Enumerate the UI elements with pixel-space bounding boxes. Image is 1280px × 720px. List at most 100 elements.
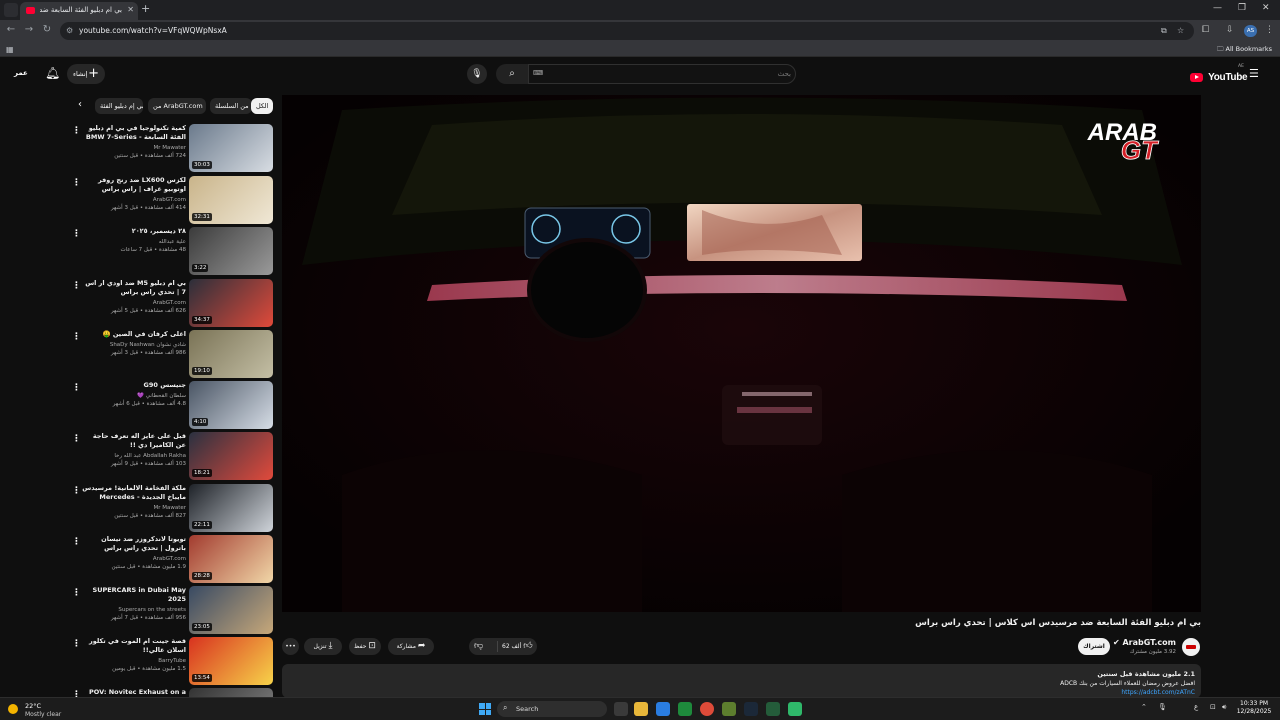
language-indicator-icon[interactable]: ع <box>1194 703 1198 711</box>
all-bookmarks-button[interactable]: 🗀 All Bookmarks <box>1217 45 1272 56</box>
chip-all[interactable]: الكل <box>251 98 273 114</box>
more-vertical-icon[interactable]: ⋮ <box>72 434 81 444</box>
more-vertical-icon[interactable]: ⋮ <box>72 588 81 598</box>
recommendation-thumbnail[interactable]: 13:54 <box>189 637 273 685</box>
more-vertical-icon[interactable]: ⋮ <box>72 178 81 188</box>
steam-app-icon[interactable] <box>744 702 758 716</box>
address-bar[interactable]: ⚙ youtube.com/watch?v=VFqWQWpNsxA ⧉ ☆ <box>60 22 1194 40</box>
site-info-icon[interactable]: ⚙ <box>66 26 73 35</box>
new-tab-plus-icon[interactable]: + <box>141 2 150 15</box>
more-actions-button[interactable]: ••• <box>282 638 299 655</box>
minecraft-app-icon[interactable] <box>722 702 736 716</box>
recommendation-title[interactable]: كمية تكنولوجيا في بي ام دبليو الفئة السا… <box>82 124 186 142</box>
keyboard-icon[interactable]: ⌨ <box>533 69 543 77</box>
more-vertical-icon[interactable]: ⋮ <box>72 486 81 496</box>
recommendation-item[interactable]: ⋮ تويوتا لاندكروزر ضد نيسان باترول | تحدي… <box>70 535 274 585</box>
more-vertical-icon[interactable]: ⋮ <box>72 537 81 547</box>
recommendation-title[interactable]: قبل على عايز اله تعرف حاجة عن الكاميرا د… <box>82 432 186 450</box>
recommendation-item[interactable]: ⋮ ٢٨ ديسمبر، ٢٠٢٥ علية عبدالله 48 مشاهدة • … <box>70 227 274 277</box>
recommendation-thumbnail[interactable]: 28:28 <box>189 535 273 583</box>
chrome-browser-icon[interactable] <box>700 702 714 716</box>
system-clock[interactable]: 10:33 PM 12/28/2025 <box>1236 700 1272 716</box>
recommendation-item[interactable]: ⋮ لكزس LX600 ضد رنج روفر اوتوبيو غراف | ر… <box>70 176 274 226</box>
like-button[interactable]: 62 ألف 👍︎ <box>502 638 533 655</box>
recommendation-channel[interactable]: ArabGT.com <box>82 555 186 563</box>
recommendation-item[interactable]: ⋮ ملكة الفخامة الالمانية! مرسيدس مايباخ ا… <box>70 484 274 534</box>
recommendation-channel[interactable]: Abdallah Rakha عبد الله رخا <box>82 452 186 460</box>
file-explorer-icon[interactable] <box>634 702 648 716</box>
recommendation-title[interactable]: ٢٨ ديسمبر، ٢٠٢٥ <box>82 227 186 236</box>
recommendation-title[interactable]: بي ام دبليو M5 ضد اودي ار اس 7 | تحدي را… <box>82 279 186 297</box>
recommendation-channel[interactable]: ArabGT.com <box>82 299 186 307</box>
taskbar-search[interactable]: ⌕ Search <box>497 701 607 717</box>
more-vertical-icon[interactable]: ⋮ <box>72 383 81 393</box>
cast-icon[interactable]: ⧉ <box>1161 26 1167 36</box>
recommendation-title[interactable]: جنيسس G90 <box>82 381 186 390</box>
recommendation-channel[interactable]: BarryTube <box>82 657 186 665</box>
dislike-button[interactable]: 👎︎ <box>474 638 483 655</box>
notifications-bell-icon[interactable]: 🔔︎ <box>45 66 60 80</box>
apps-grid-icon[interactable]: ▦ <box>6 45 14 54</box>
recommendation-thumbnail[interactable]: 18:21 <box>189 432 273 480</box>
minimize-icon[interactable]: — <box>1213 3 1222 13</box>
volume-icon[interactable]: 🔊︎ <box>1222 703 1226 712</box>
recommendation-item[interactable]: ⋮ SUPERCARS in Dubai May 2025 Supercars on… <box>70 586 274 636</box>
recommendation-channel[interactable]: Mr Mawater <box>82 504 186 512</box>
chat-app-icon[interactable] <box>788 702 802 716</box>
guide-menu-icon[interactable]: ☰ <box>1249 67 1259 80</box>
tray-overflow-icon[interactable]: ⌃ <box>1141 703 1147 711</box>
create-button[interactable]: إنشاء + <box>67 64 105 84</box>
recommendation-thumbnail[interactable]: 32:31 <box>189 176 273 224</box>
more-vertical-icon[interactable]: ⋮ <box>72 639 81 649</box>
recommendation-channel[interactable]: علية عبدالله <box>82 238 186 246</box>
tab-close-icon[interactable]: ✕ <box>127 5 134 14</box>
recommendation-thumbnail[interactable]: 30:03 <box>189 124 273 172</box>
xbox-app-icon[interactable] <box>678 702 692 716</box>
recommendation-thumbnail[interactable]: 3:22 <box>189 227 273 275</box>
share-button[interactable]: مشاركة ➦ <box>388 638 434 655</box>
subscribe-button[interactable]: اشتراك <box>1078 638 1110 655</box>
recommendation-item[interactable]: ⋮ قبل على عايز اله تعرف حاجة عن الكاميرا … <box>70 432 274 482</box>
recommendation-thumbnail[interactable]: 23:05 <box>189 586 273 634</box>
recommendation-item[interactable]: ⋮ اغلى كرفان في الصين 🤑 شادي نشوان ShaDy N… <box>70 330 274 380</box>
recommendation-title[interactable]: POV: Novitec Exhaust on a <box>82 688 186 697</box>
recommendation-channel[interactable]: سلطان القحطاني 💜 <box>82 392 186 400</box>
maximize-icon[interactable]: ❐ <box>1238 3 1246 13</box>
microphone-tray-icon[interactable]: 🎙︎ <box>1158 703 1167 711</box>
recommendation-channel[interactable]: Mr Mawater <box>82 144 186 152</box>
recommendation-channel[interactable]: ArabGT.com <box>82 196 186 204</box>
recommendation-title[interactable]: SUPERCARS in Dubai May 2025 <box>82 586 186 604</box>
recommendation-title[interactable]: ملكة الفخامة الالمانية! مرسيدس مايباخ ال… <box>82 484 186 502</box>
more-vertical-icon[interactable]: ⋮ <box>72 229 81 239</box>
recommendation-title[interactable]: اغلى كرفان في الصين 🤑 <box>82 330 186 339</box>
recommendation-item[interactable]: ⋮ بي ام دبليو M5 ضد اودي ار اس 7 | تحدي ر… <box>70 279 274 329</box>
windows-start-icon[interactable] <box>479 703 491 715</box>
account-button[interactable]: عمر <box>14 69 28 77</box>
back-arrow-icon[interactable]: ← <box>4 24 18 35</box>
bookmark-star-icon[interactable]: ☆ <box>1177 26 1184 35</box>
chip-from-channel[interactable]: من ArabGT.com <box>148 98 206 114</box>
more-vertical-icon[interactable]: ⋮ <box>72 126 81 136</box>
task-view-icon[interactable] <box>614 702 628 716</box>
recommendation-title[interactable]: قصة جينت ام الموت في تكلور اسلان غالي!! <box>82 637 186 655</box>
recommendation-channel[interactable]: شادي نشوان ShaDy Nashwan <box>82 341 186 349</box>
search-input[interactable] <box>561 67 791 81</box>
recommendation-thumbnail[interactable]: 22:11 <box>189 484 273 532</box>
channel-avatar[interactable] <box>1182 638 1200 656</box>
recommendation-thumbnail[interactable]: 19:10 <box>189 330 273 378</box>
voice-search-mic-icon[interactable]: 🎙︎ <box>467 64 487 84</box>
recommendation-channel[interactable]: Supercars on the streets <box>82 606 186 614</box>
download-icon[interactable]: ⇩ <box>1226 25 1234 35</box>
terminal-app-icon[interactable] <box>766 702 780 716</box>
youtube-logo[interactable]: YouTube AE <box>1190 64 1248 86</box>
chip-partial[interactable]: بي إم دبليو الفئة <box>95 98 143 114</box>
recommendation-title[interactable]: لكزس LX600 ضد رنج روفر اوتوبيو غراف | را… <box>82 176 186 194</box>
chip-from-series[interactable]: من السلسلة <box>210 98 252 114</box>
video-player[interactable]: ARAB GT <box>282 95 1201 612</box>
download-button[interactable]: تنزيل ⤓ <box>304 638 342 655</box>
recommendation-thumbnail[interactable]: 4:10 <box>189 381 273 429</box>
description-link[interactable]: https://adcbt.com/zATnC <box>288 688 1195 697</box>
mail-app-icon[interactable] <box>656 702 670 716</box>
recommendation-item[interactable]: ⋮ قصة جينت ام الموت في تكلور اسلان غالي!!… <box>70 637 274 687</box>
recommendation-title[interactable]: تويوتا لاندكروزر ضد نيسان باترول | تحدي … <box>82 535 186 553</box>
